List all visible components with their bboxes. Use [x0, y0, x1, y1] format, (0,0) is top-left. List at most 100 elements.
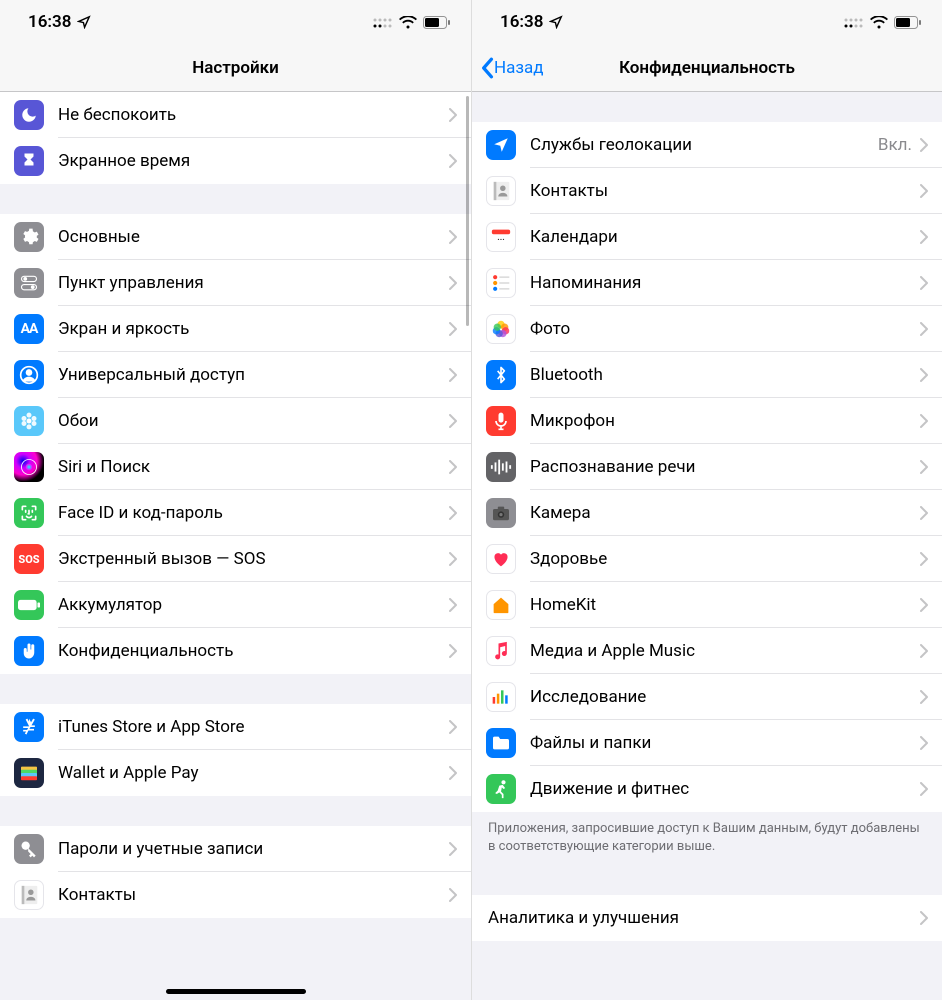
svg-text:···: ··· [497, 236, 504, 246]
music-icon [486, 636, 516, 666]
row-label: Файлы и папки [530, 733, 920, 753]
row-research[interactable]: Исследование [472, 674, 942, 720]
chevron-right-icon [449, 842, 457, 856]
chevron-right-icon [449, 108, 457, 122]
row-controlcenter[interactable]: Пункт управления [0, 260, 471, 306]
chevron-right-icon [920, 230, 928, 244]
settings-list[interactable]: Не беспокоить Экранное время Основные Пункт… [0, 92, 471, 1000]
row-label: Медиа и Apple Music [530, 641, 920, 661]
chevron-right-icon [449, 368, 457, 382]
contacts-icon [486, 176, 516, 206]
back-label: Назад [494, 58, 544, 78]
back-button[interactable]: Назад [472, 57, 544, 79]
row-accessibility[interactable]: Универсальный доступ [0, 352, 471, 398]
chevron-right-icon [920, 322, 928, 336]
aa-icon: AA [14, 314, 44, 344]
row-label: HomeKit [530, 595, 920, 615]
chevron-right-icon [449, 276, 457, 290]
chevron-right-icon [920, 184, 928, 198]
privacy-screen: 16:38 Назад Конфиденциальность Службы ге… [471, 0, 942, 1000]
row-privacy[interactable]: Конфиденциальность [0, 628, 471, 674]
row-label: Не беспокоить [58, 105, 449, 125]
row-sos[interactable]: SOSЭкстренный вызов — SOS [0, 536, 471, 582]
chevron-right-icon [449, 598, 457, 612]
signal-icon [844, 16, 864, 28]
row-battery[interactable]: Аккумулятор [0, 582, 471, 628]
chevron-right-icon [449, 322, 457, 336]
row-label: Исследование [530, 687, 920, 707]
row-faceid[interactable]: Face ID и код-пароль [0, 490, 471, 536]
row-location[interactable]: Службы геолокацииВкл. [472, 122, 942, 168]
row-homekit[interactable]: HomeKit [472, 582, 942, 628]
hourglass-icon [14, 146, 44, 176]
row-contacts[interactable]: Контакты [0, 872, 471, 918]
row-label: Здоровье [530, 549, 920, 569]
row-label: Пункт управления [58, 273, 449, 293]
gear-icon [14, 222, 44, 252]
row-health[interactable]: Здоровье [472, 536, 942, 582]
calendar-icon: ··· [486, 222, 516, 252]
chevron-right-icon [449, 644, 457, 658]
row-label: Обои [58, 411, 449, 431]
row-calendars[interactable]: ···Календари [472, 214, 942, 260]
row-passwords[interactable]: Пароли и учетные записи [0, 826, 471, 872]
status-bar: 16:38 [472, 0, 942, 44]
row-motion[interactable]: Движение и фитнес [472, 766, 942, 812]
privacy-list[interactable]: Службы геолокацииВкл.Контакты···Календар… [472, 92, 942, 1000]
moon-icon [14, 100, 44, 130]
row-label: Экранное время [58, 151, 449, 171]
row-microphone[interactable]: Микрофон [472, 398, 942, 444]
row-media[interactable]: Медиа и Apple Music [472, 628, 942, 674]
row-label: Аналитика и улучшения [488, 908, 920, 928]
battery-icon [423, 16, 451, 29]
row-wallpaper[interactable]: Обои [0, 398, 471, 444]
row-label: Bluetooth [530, 365, 920, 385]
row-camera[interactable]: Камера [472, 490, 942, 536]
reminders-icon [486, 268, 516, 298]
row-siri[interactable]: Siri и Поиск [0, 444, 471, 490]
row-wallet[interactable]: Wallet и Apple Pay [0, 750, 471, 796]
row-files[interactable]: Файлы и папки [472, 720, 942, 766]
row-value: Вкл. [878, 135, 912, 155]
row-label: Напоминания [530, 273, 920, 293]
row-contacts2[interactable]: Контакты [472, 168, 942, 214]
appstore-icon [14, 712, 44, 742]
scrollbar-indicator [466, 96, 469, 326]
row-label: Wallet и Apple Pay [58, 763, 449, 783]
chevron-right-icon [920, 598, 928, 612]
row-reminders[interactable]: Напоминания [472, 260, 942, 306]
status-time: 16:38 [28, 12, 71, 32]
chevron-right-icon [449, 506, 457, 520]
sos-icon: SOS [14, 544, 44, 574]
row-bluetooth[interactable]: Bluetooth [472, 352, 942, 398]
wifi-icon [870, 16, 888, 29]
flower-icon [14, 406, 44, 436]
folder-icon [486, 728, 516, 758]
faceid-icon [14, 498, 44, 528]
row-display[interactable]: AAЭкран и яркость [0, 306, 471, 352]
row-general[interactable]: Основные [0, 214, 471, 260]
row-speech[interactable]: Распознавание речи [472, 444, 942, 490]
row-dnd[interactable]: Не беспокоить [0, 92, 471, 138]
home-indicator[interactable] [166, 989, 306, 994]
chevron-right-icon [449, 720, 457, 734]
person-circle-icon [14, 360, 44, 390]
chevron-right-icon [920, 644, 928, 658]
row-photos[interactable]: Фото [472, 306, 942, 352]
chevron-right-icon [920, 911, 928, 925]
row-label: Контакты [58, 885, 449, 905]
bluetooth-icon [486, 360, 516, 390]
group-footer: Приложения, запросившие доступ к Вашим д… [472, 812, 942, 865]
row-analytics[interactable]: Аналитика и улучшения [472, 895, 942, 941]
siri-icon [14, 452, 44, 482]
chevron-right-icon [920, 460, 928, 474]
status-bar: 16:38 [0, 0, 471, 44]
status-time: 16:38 [500, 12, 543, 32]
chevron-right-icon [920, 552, 928, 566]
chevron-right-icon [920, 368, 928, 382]
chevron-right-icon [449, 230, 457, 244]
row-itunes[interactable]: iTunes Store и App Store [0, 704, 471, 750]
chevron-right-icon [920, 736, 928, 750]
wallet-icon [14, 758, 44, 788]
row-screentime[interactable]: Экранное время [0, 138, 471, 184]
